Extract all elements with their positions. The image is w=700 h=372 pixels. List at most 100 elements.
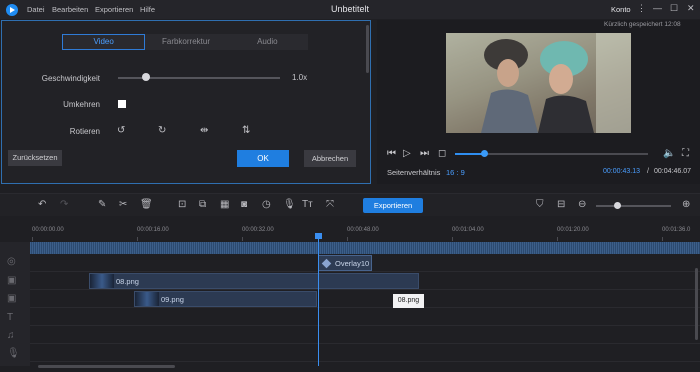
- tab-farbkorrektur[interactable]: Farbkorrektur: [145, 34, 226, 50]
- minimize-icon[interactable]: —: [653, 3, 662, 13]
- flip-horizontal-icon[interactable]: ⇹: [200, 125, 208, 136]
- tab-audio[interactable]: Audio: [227, 34, 308, 50]
- fullscreen-icon[interactable]: ⛶: [682, 148, 689, 159]
- text-to-speech-icon[interactable]: Tт: [302, 199, 313, 210]
- more-menu-icon[interactable]: ⋮: [637, 3, 646, 14]
- track-row: [30, 344, 700, 362]
- edit-tabs: Video Farbkorrektur Audio: [62, 34, 308, 50]
- menu-hilfe[interactable]: Hilfe: [140, 5, 155, 14]
- app-logo-icon: [6, 4, 18, 16]
- zoom-out-icon[interactable]: ⊖: [578, 199, 586, 210]
- overlay-clip[interactable]: Overlay10: [318, 255, 372, 271]
- speed-label: Geschwindigkeit: [41, 74, 100, 83]
- marker-icon[interactable]: ⛉: [536, 199, 544, 210]
- image-track-icon: ▣: [7, 293, 17, 304]
- zoom-frame-icon[interactable]: ⧉: [199, 199, 206, 210]
- menu-datei[interactable]: Datei: [27, 5, 45, 14]
- rotate-left-icon[interactable]: ↺: [117, 125, 125, 136]
- audio-waveform[interactable]: [30, 242, 700, 254]
- delete-trash-icon[interactable]: 🗑: [140, 199, 153, 210]
- volume-icon[interactable]: 🔈: [663, 148, 675, 159]
- tick-label: 00:01:04.00: [452, 227, 484, 233]
- playhead-handle[interactable]: [315, 233, 322, 239]
- video-track-icon: ▣: [7, 275, 17, 286]
- saved-status: Kürzlich gespeichert 12:08: [604, 21, 681, 28]
- menu-exportieren[interactable]: Exportieren: [95, 5, 133, 14]
- track-row: [30, 308, 700, 326]
- panel-scrollbar[interactable]: [366, 25, 369, 73]
- clip-label: 08.png: [116, 277, 139, 286]
- previous-frame-icon[interactable]: ⏮: [387, 148, 396, 159]
- cancel-button[interactable]: Abbrechen: [304, 150, 356, 167]
- maximize-icon[interactable]: ☐: [670, 3, 678, 14]
- clip-label: 09.png: [161, 295, 184, 304]
- timeline-vertical-scrollbar[interactable]: [695, 268, 698, 340]
- rotate-label: Rotieren: [69, 127, 100, 136]
- clip-09[interactable]: 09.png: [134, 291, 317, 307]
- playback-progress-handle[interactable]: [481, 150, 488, 157]
- clip-thumbnail: [135, 292, 159, 306]
- clip-08[interactable]: 08.png: [89, 273, 419, 289]
- auto-fit-icon[interactable]: ⤧: [326, 199, 334, 210]
- overlay-track-icon: ◎: [7, 256, 16, 267]
- tick-mark: [662, 237, 663, 241]
- export-button[interactable]: Exportieren: [363, 198, 423, 213]
- track-row: [30, 290, 700, 308]
- clip-thumbnail: [90, 274, 114, 288]
- timeline-zoom-handle[interactable]: [614, 202, 621, 209]
- music-track-icon: ♫: [7, 330, 15, 341]
- track-row: [30, 326, 700, 344]
- mosaic-icon[interactable]: ▦: [220, 199, 229, 210]
- split-scissors-icon[interactable]: ✂: [119, 199, 127, 210]
- aspect-ratio-label: Seitenverhältnis: [387, 168, 441, 177]
- play-icon[interactable]: ▷: [403, 148, 411, 159]
- stop-icon[interactable]: ◻: [438, 148, 446, 159]
- reset-button[interactable]: Zurücksetzen: [8, 150, 62, 166]
- redo-icon[interactable]: ↷: [60, 199, 68, 210]
- video-preview[interactable]: [446, 33, 631, 133]
- undo-icon[interactable]: ↶: [38, 199, 46, 210]
- tick-mark: [242, 237, 243, 241]
- edit-toolbar: ↶ ↷ ✎ ✂ 🗑 ⊡ ⧉ ▦ ◙ ◷ 🎙 Tт ⤧ Exportieren ⛉…: [0, 193, 700, 216]
- track-headers: ◎ ▣ ▣ T ♫ 🎙: [0, 242, 30, 366]
- time-separator: /: [647, 168, 649, 175]
- tick-label: 00:00:32.00: [242, 227, 274, 233]
- tick-label: 00:00:16.00: [137, 227, 169, 233]
- crop-icon[interactable]: ⊡: [178, 199, 186, 210]
- speed-value: 1.0x: [292, 73, 308, 82]
- rotate-right-icon[interactable]: ↻: [158, 125, 166, 136]
- current-time: 00:00:43.13: [603, 168, 640, 175]
- timeline-zoom-slider[interactable]: [596, 205, 671, 207]
- tick-label: 00:01:36.0: [662, 227, 691, 233]
- playhead[interactable]: [318, 233, 319, 366]
- ok-button[interactable]: OK: [237, 150, 289, 167]
- snapshot-icon[interactable]: ◙: [241, 199, 247, 210]
- tick-mark: [557, 237, 558, 241]
- close-icon[interactable]: ✕: [687, 3, 695, 14]
- reverse-checkbox[interactable]: [118, 100, 126, 108]
- duration-clock-icon[interactable]: ◷: [262, 199, 271, 210]
- flip-vertical-icon[interactable]: ⇅: [242, 125, 250, 136]
- voiceover-mic-icon[interactable]: 🎙: [283, 199, 296, 210]
- tick-mark: [347, 237, 348, 241]
- zoom-in-icon[interactable]: ⊕: [682, 199, 690, 210]
- next-frame-icon[interactable]: ⏭: [420, 148, 429, 159]
- text-track-icon: T: [7, 312, 14, 323]
- tab-video[interactable]: Video: [62, 34, 146, 50]
- tick-mark: [452, 237, 453, 241]
- timeline-tracks: Overlay10 08.png 09.png: [30, 242, 700, 366]
- edit-pencil-icon[interactable]: ✎: [98, 199, 106, 210]
- timeline-horizontal-scrollbar[interactable]: [38, 365, 175, 368]
- total-time: 00:04:46.07: [654, 168, 691, 175]
- fit-timeline-icon[interactable]: ⊟: [557, 199, 565, 210]
- clip-tooltip: 08.png: [393, 294, 424, 308]
- menu-bearbeiten[interactable]: Bearbeiten: [52, 5, 88, 14]
- timeline-ruler[interactable]: 00:00:00.00 00:00:16.00 00:00:32.00 00:0…: [0, 222, 700, 242]
- tick-label: 00:00:00.00: [32, 227, 64, 233]
- overlay-clip-label: Overlay10: [335, 259, 370, 268]
- aspect-ratio-value[interactable]: 16 : 9: [446, 168, 465, 177]
- overlay-diamond-icon: [321, 258, 332, 269]
- account-button[interactable]: Konto: [611, 5, 631, 14]
- tick-mark: [32, 237, 33, 241]
- speed-slider-handle[interactable]: [142, 73, 150, 81]
